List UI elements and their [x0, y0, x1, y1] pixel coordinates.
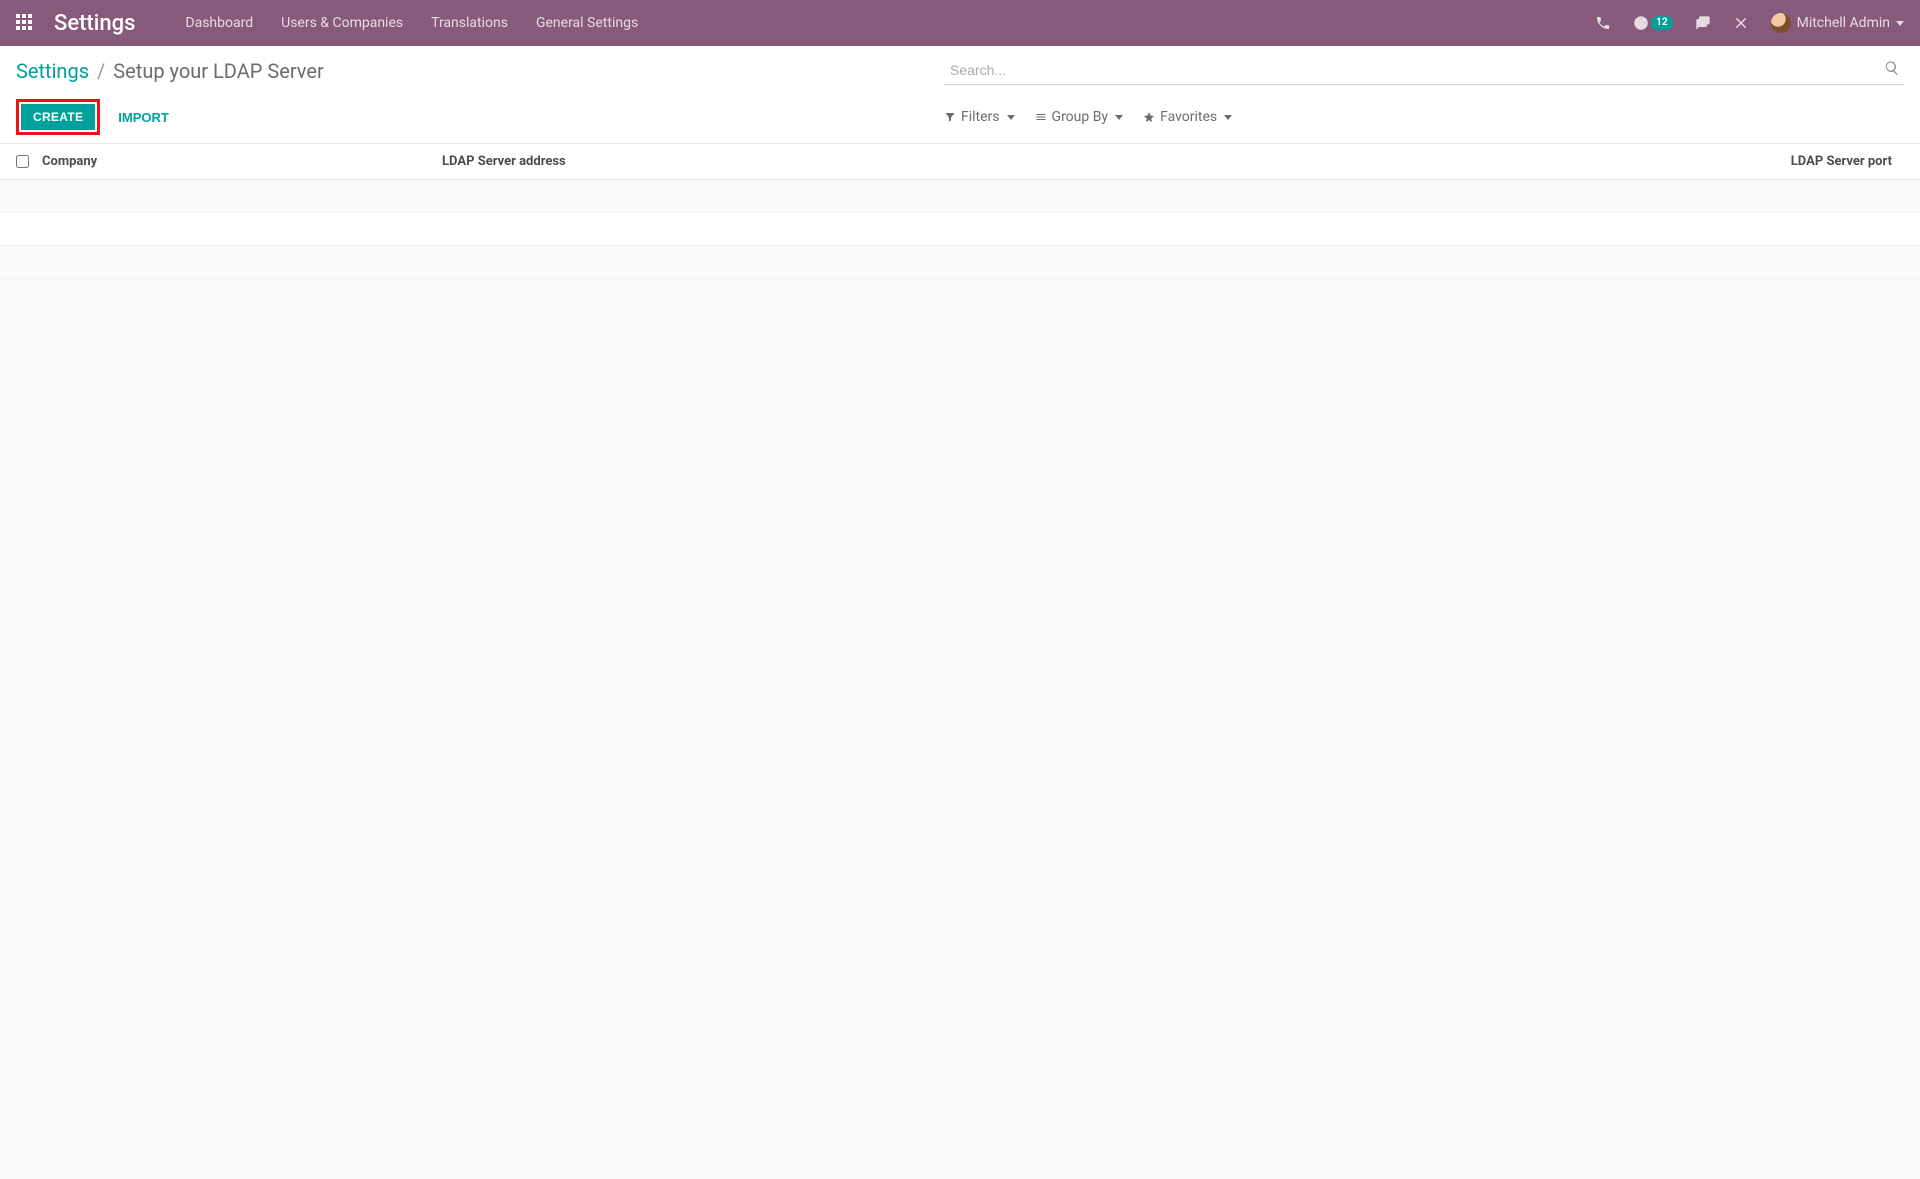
menu-general-settings[interactable]: General Settings	[536, 15, 638, 31]
breadcrumb: Settings / Setup your LDAP Server	[16, 59, 324, 83]
search-options: Filters Group By Favorites	[944, 109, 1904, 125]
list-icon	[1035, 111, 1047, 123]
top-navbar: Settings Dashboard Users & Companies Tra…	[0, 0, 1920, 46]
chevron-down-icon	[1224, 115, 1232, 120]
breadcrumb-current: Setup your LDAP Server	[113, 59, 323, 83]
chevron-down-icon	[1007, 115, 1015, 120]
import-button[interactable]: IMPORT	[110, 104, 177, 131]
table-row	[0, 180, 1920, 213]
empty-body	[0, 279, 1920, 1179]
list-body	[0, 180, 1920, 279]
search-container	[944, 56, 1904, 85]
phone-icon[interactable]	[1595, 15, 1611, 31]
favorites-dropdown[interactable]: Favorites	[1143, 109, 1232, 125]
menu-users-companies[interactable]: Users & Companies	[281, 15, 403, 31]
menu-translations[interactable]: Translations	[431, 15, 508, 31]
table-row	[0, 246, 1920, 279]
chevron-down-icon	[1115, 115, 1123, 120]
filters-dropdown[interactable]: Filters	[944, 109, 1015, 125]
avatar	[1771, 13, 1791, 33]
table-row	[0, 213, 1920, 246]
favorites-label: Favorites	[1160, 109, 1217, 125]
conversations-icon[interactable]	[1695, 15, 1711, 31]
main-menu: Dashboard Users & Companies Translations…	[185, 15, 638, 31]
column-company[interactable]: Company	[42, 154, 442, 169]
star-icon	[1143, 111, 1155, 123]
breadcrumb-separator: /	[97, 59, 105, 83]
column-port[interactable]: LDAP Server port	[1704, 154, 1904, 169]
groupby-dropdown[interactable]: Group By	[1035, 109, 1124, 125]
menu-dashboard[interactable]: Dashboard	[185, 15, 253, 31]
user-menu[interactable]: Mitchell Admin	[1771, 13, 1904, 33]
create-highlight: CREATE	[16, 99, 100, 135]
debug-icon[interactable]	[1733, 15, 1749, 31]
select-all-cell	[16, 155, 42, 168]
chevron-down-icon	[1896, 21, 1904, 26]
select-all-checkbox[interactable]	[16, 155, 29, 168]
control-panel: Settings / Setup your LDAP Server CREATE…	[0, 46, 1920, 144]
apps-icon[interactable]	[16, 14, 34, 32]
activity-badge: 12	[1651, 16, 1672, 30]
search-icon[interactable]	[1884, 60, 1900, 76]
column-address[interactable]: LDAP Server address	[442, 154, 1704, 169]
breadcrumb-root[interactable]: Settings	[16, 59, 89, 83]
search-input[interactable]	[944, 56, 1904, 85]
create-button[interactable]: CREATE	[21, 104, 95, 130]
funnel-icon	[944, 111, 956, 123]
activity-icon[interactable]: 12	[1633, 15, 1672, 31]
navbar-right: 12 Mitchell Admin	[1595, 13, 1904, 33]
filters-label: Filters	[961, 109, 1000, 125]
list-view: Company LDAP Server address LDAP Server …	[0, 144, 1920, 279]
list-header: Company LDAP Server address LDAP Server …	[0, 144, 1920, 180]
user-name: Mitchell Admin	[1797, 15, 1890, 31]
groupby-label: Group By	[1052, 109, 1109, 125]
app-brand[interactable]: Settings	[54, 11, 135, 36]
